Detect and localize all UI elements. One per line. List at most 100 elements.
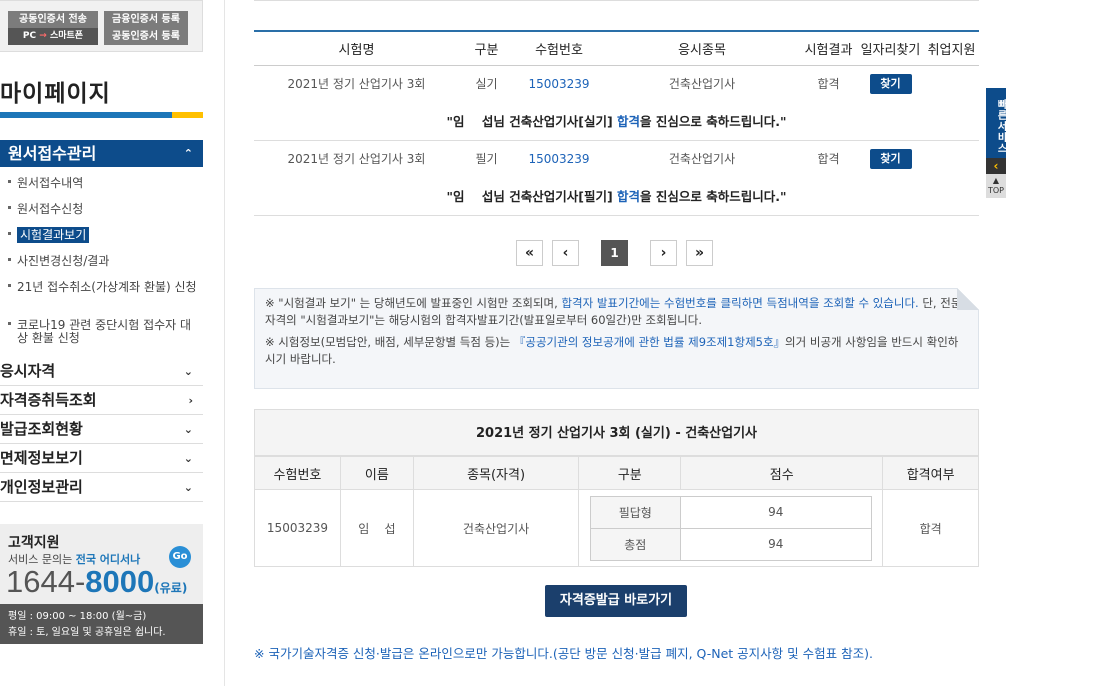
- submenu-item[interactable]: 사진변경신청/결과: [8, 255, 198, 268]
- notice-highlight: 『공공기관의 정보공개에 관한 법률 제9조제1항제5호』: [513, 335, 786, 349]
- page-fold-icon: [957, 288, 979, 310]
- column-header: 종목(자격): [412, 456, 580, 490]
- exam-subject: 건축산업기사: [668, 77, 736, 92]
- score-part-row: 총점 94: [589, 527, 872, 561]
- title-underline: [0, 112, 203, 118]
- bullet-icon: [8, 258, 11, 261]
- congrats-text: "임 섭님 건축산업기사[실기]: [446, 114, 618, 130]
- notice-text: ※ 시험정보(모범답안, 배점, 세부문항별 득점 등)는: [265, 335, 514, 349]
- quick-service-button[interactable]: 빠른서비스: [986, 88, 1006, 158]
- menu-application-management[interactable]: 원서접수관리 ⌃: [0, 140, 203, 167]
- submenu-item[interactable]: 원서접수신청: [8, 203, 198, 216]
- scroll-top-button[interactable]: ▲ TOP: [986, 174, 1006, 198]
- arrow-icon: →: [39, 31, 47, 41]
- congrats-text: 을 진심으로 축하드립니다.": [640, 114, 787, 130]
- submenu-item-active[interactable]: 시험결과보기: [8, 227, 198, 243]
- menu-label: 원서접수관리: [8, 144, 97, 163]
- score-part-value: 94: [679, 495, 872, 529]
- menu-license-lookup[interactable]: 자격증취득조회 ›: [0, 386, 203, 415]
- bullet-icon: [8, 284, 11, 287]
- congrats-pass-text: 합격: [617, 189, 641, 205]
- finance-cert-register-button[interactable]: 금융인증서 등록: [104, 11, 188, 28]
- menu-exemption-info[interactable]: 면제정보보기 ⌄: [0, 444, 203, 473]
- last-page-button[interactable]: »: [686, 240, 713, 266]
- notice-line-1: ※ "시험결과 보기" 는 당해년도에 발표중인 시험만 조회되며, 합격자 발…: [265, 295, 968, 329]
- chevron-down-icon: ⌄: [183, 481, 193, 494]
- license-issue-button[interactable]: 자격증발급 바로가기: [545, 585, 687, 617]
- sidebar: 공동인증서 전송 PC → 스마트폰 금융인증서 등록 공동인증서 등록 마이페…: [0, 0, 204, 686]
- employment-support-cell: [924, 65, 979, 102]
- exam-number-link[interactable]: 15003239: [528, 152, 589, 166]
- score-part-label: 총점: [589, 527, 681, 561]
- notice-box: ※ "시험결과 보기" 는 당해년도에 발표중인 시험만 조회되며, 합격자 발…: [254, 288, 979, 389]
- pc-label: PC: [22, 31, 37, 41]
- page-number-current[interactable]: 1: [601, 240, 628, 266]
- chevron-right-icon: ›: [188, 394, 193, 407]
- employment-support-cell: [924, 140, 979, 177]
- score-part-label: 필답형: [589, 495, 681, 529]
- score-exam-number: 15003239: [254, 489, 341, 567]
- column-header: 응시종목: [604, 30, 800, 66]
- score-part-value: 94: [679, 527, 872, 561]
- phone-part: 1644: [6, 564, 75, 599]
- phone-dash: -: [74, 564, 86, 599]
- score-pass: 합격: [882, 489, 979, 567]
- business-hours: 평일 : 09:00 ~ 18:00 (월~금) 휴일 : 토, 일요일 및 공…: [0, 604, 203, 644]
- submenu-item[interactable]: 21년 접수취소(가상계좌 환불) 신청: [8, 281, 198, 294]
- column-header: 시험결과: [800, 30, 857, 66]
- column-header: 구분: [578, 456, 682, 490]
- prev-page-button[interactable]: ‹: [552, 240, 579, 266]
- top-label: TOP: [987, 186, 1004, 195]
- exam-name: 2021년 정기 산업기사 3회: [287, 152, 426, 167]
- cert-send-button[interactable]: 공동인증서 전송: [8, 11, 98, 28]
- weekday-hours: 평일 : 09:00 ~ 18:00 (월~금): [8, 611, 147, 622]
- table-row: 2021년 정기 산업기사 3회 실기 15003239 건축산업기사 합격 찾…: [254, 65, 979, 102]
- notice-line-2: ※ 시험정보(모범답안, 배점, 세부문항별 득점 등)는 『공공기관의 정보공…: [265, 334, 968, 368]
- next-page-button[interactable]: ›: [650, 240, 677, 266]
- mypage-title: 마이페이지: [0, 81, 111, 107]
- bullet-icon: [8, 322, 11, 325]
- exam-number-link[interactable]: 15003239: [528, 77, 589, 91]
- table-row: 2021년 정기 산업기사 3회 필기 15003239 건축산업기사 합격 찾…: [254, 140, 979, 177]
- congrats-message: "임 섭님 건축산업기사[필기] 합격을 진심으로 축하드립니다.": [254, 177, 979, 216]
- column-header: 취업지원: [924, 30, 979, 66]
- menu-eligibility[interactable]: 응시자격 ⌄: [0, 357, 203, 386]
- score-row: 15003239 임 섭 건축산업기사 필답형 94 총점 94 합격: [254, 489, 979, 567]
- submenu-label: 시험결과보기: [17, 227, 90, 243]
- cert-panel: 공동인증서 전송 PC → 스마트폰 금융인증서 등록 공동인증서 등록: [0, 0, 203, 52]
- menu-label: 응시자격: [0, 362, 56, 380]
- customer-support-title: 고객지원: [8, 535, 60, 551]
- chevron-down-icon: ⌄: [183, 365, 193, 378]
- exam-result: 합격: [817, 77, 840, 92]
- column-header: 이름: [339, 456, 414, 490]
- exam-number-cell: 15003239: [514, 65, 604, 102]
- score-parts-cell: 필답형 94 총점 94: [578, 489, 884, 567]
- bullet-icon: [8, 180, 11, 183]
- find-job-button[interactable]: 찾기: [869, 73, 912, 94]
- first-page-button[interactable]: «: [516, 240, 543, 266]
- column-header: 수험번호: [514, 30, 604, 66]
- congrats-row: "임 섭님 건축산업기사[필기] 합격을 진심으로 축하드립니다.": [254, 177, 979, 216]
- chevron-left-icon[interactable]: ‹: [986, 158, 1006, 174]
- score-parts-table: 필답형 94 총점 94: [589, 495, 872, 561]
- find-job-button[interactable]: 찾기: [869, 148, 912, 169]
- column-header: 점수: [680, 456, 884, 490]
- score-name: 임 섭: [339, 489, 414, 567]
- menu-issuance-status[interactable]: 발급조회현황 ⌄: [0, 415, 203, 444]
- column-header: 일자리찾기: [857, 30, 924, 66]
- submenu-item[interactable]: 코로나19 관련 중단시험 접수자 대상 환불 신청: [8, 319, 198, 345]
- joint-cert-register-button[interactable]: 공동인증서 등록: [104, 28, 188, 45]
- cert-pc-smartphone-button[interactable]: PC → 스마트폰: [8, 28, 98, 45]
- bullet-icon: [8, 232, 11, 235]
- submenu-label: 21년 접수취소(가상계좌 환불) 신청: [17, 280, 197, 294]
- submenu-item[interactable]: 원서접수내역: [8, 177, 198, 190]
- exam-name: 2021년 정기 산업기사 3회: [287, 77, 426, 92]
- score-part-row: 필답형 94: [589, 495, 872, 529]
- congrats-text: 을 진심으로 축하드립니다.": [640, 189, 787, 205]
- column-header: 시험명: [254, 30, 459, 66]
- score-title: 2021년 정기 산업기사 3회 (실기) - 건축산업기사: [254, 409, 979, 456]
- column-header: 합격여부: [882, 456, 979, 490]
- customer-support: 고객지원 서비스 문의는 전국 어디서나 Go 1644-8000(유료) 평일…: [0, 524, 203, 644]
- menu-label: 자격증취득조회: [0, 391, 97, 409]
- menu-personal-info[interactable]: 개인정보관리 ⌄: [0, 473, 203, 502]
